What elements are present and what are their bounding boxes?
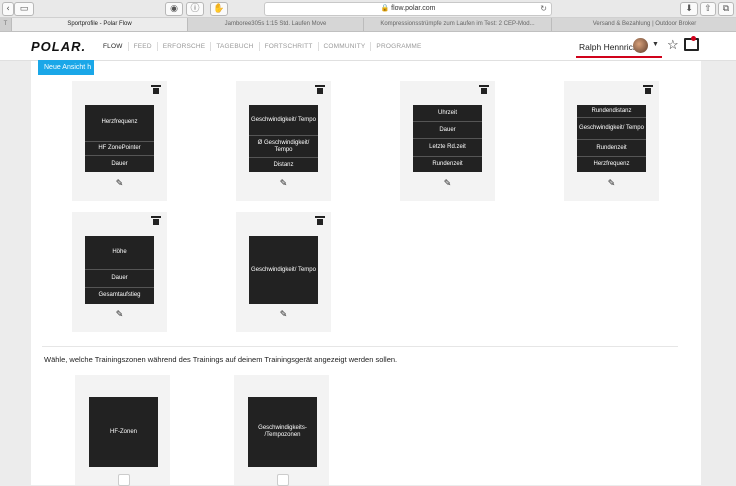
tab-sportprofile[interactable]: Sportprofile - Polar Flow bbox=[11, 18, 187, 31]
screen-row: Uhrzeit bbox=[413, 105, 482, 123]
zone-screen[interactable]: HF-Zonen bbox=[89, 397, 158, 467]
user-menu[interactable]: Ralph Hennrich ▼ bbox=[576, 36, 662, 58]
new-view-button[interactable]: Neue Ansicht h bbox=[38, 60, 94, 75]
reload-icon[interactable]: ↻ bbox=[540, 3, 547, 15]
view-card-3: Uhrzeit Dauer Letzte Rd.zeit Rundenzeit … bbox=[400, 81, 495, 201]
pencil-icon[interactable]: ✎ bbox=[279, 311, 288, 320]
chevron-down-icon: ▼ bbox=[652, 41, 659, 48]
screen-row: Dauer bbox=[413, 122, 482, 140]
back-icon[interactable]: ‹ bbox=[2, 2, 14, 16]
nav-community[interactable]: COMMUNITY bbox=[317, 41, 371, 51]
screen-row: Letzte Rd.zeit bbox=[413, 139, 482, 157]
zone-screen[interactable]: Geschwindigkeits- /Tempozonen bbox=[248, 397, 317, 467]
sidebar-icon[interactable]: ▭ bbox=[14, 2, 34, 16]
device-screen[interactable]: Uhrzeit Dauer Letzte Rd.zeit Rundenzeit bbox=[413, 105, 482, 172]
screen-row: HF ZonePointer bbox=[85, 142, 154, 157]
device-screen[interactable]: Herzfrequenz HF ZonePointer Dauer bbox=[85, 105, 154, 172]
view-card-4: Rundendistanz Geschwindigkeit/ Tempo Run… bbox=[564, 81, 659, 201]
tab-versand[interactable]: Versand & Bezahlung | Outdoor Broker bbox=[551, 18, 736, 31]
screen-row: Gesamtaufstieg bbox=[98, 292, 141, 299]
trash-icon[interactable] bbox=[643, 85, 653, 94]
avatar bbox=[633, 38, 648, 53]
nav-feed[interactable]: FEED bbox=[127, 41, 157, 51]
nav-fortschritt[interactable]: FORTSCHRITT bbox=[258, 41, 318, 51]
nav-erforsche[interactable]: ERFORSCHE bbox=[156, 41, 211, 51]
screen-row: Ø Geschwindigkeit/ Tempo bbox=[249, 136, 318, 159]
screen-row: Rundenzeit bbox=[432, 160, 463, 167]
nav-programme[interactable]: PROGRAMME bbox=[370, 41, 426, 51]
view-card-2: Geschwindigkeit/ Tempo Ø Geschwindigkeit… bbox=[236, 81, 331, 201]
screen-row: Geschwindigkeit/ Tempo bbox=[577, 118, 646, 141]
download-icon[interactable]: ⬇ bbox=[680, 2, 698, 16]
trash-icon[interactable] bbox=[151, 85, 161, 94]
nav-flow[interactable]: FLOW bbox=[98, 42, 128, 51]
screen-row: Rundendistanz bbox=[577, 105, 646, 119]
view-card-1: Herzfrequenz HF ZonePointer Dauer ✎ bbox=[72, 81, 167, 201]
pencil-icon[interactable]: ✎ bbox=[607, 180, 616, 189]
screen-row: Distanz bbox=[273, 161, 294, 168]
pencil-icon[interactable]: ✎ bbox=[443, 180, 452, 189]
device-screen[interactable]: Höhe Dauer Gesamtaufstieg bbox=[85, 236, 154, 304]
device-screen[interactable]: Geschwindigkeit/ Tempo bbox=[249, 236, 318, 304]
pencil-icon[interactable]: ✎ bbox=[115, 311, 124, 320]
polar-logo[interactable]: POLAR. bbox=[31, 39, 86, 54]
share-icon[interactable]: ⇧ bbox=[700, 2, 716, 16]
extension-icon[interactable]: ◉ bbox=[165, 2, 183, 16]
view-card-5: Höhe Dauer Gesamtaufstieg ✎ bbox=[72, 212, 167, 332]
nav-tagebuch[interactable]: TAGEBUCH bbox=[210, 41, 258, 51]
tabs-overview-icon[interactable]: ⧉ bbox=[718, 2, 734, 16]
pinned-tab[interactable]: T bbox=[0, 18, 11, 31]
star-icon[interactable]: ☆ bbox=[667, 37, 679, 53]
site-header: POLAR. FLOW FEED ERFORSCHE TAGEBUCH FORT… bbox=[0, 32, 736, 61]
screen-row: Höhe bbox=[85, 236, 154, 270]
screen-row: Dauer bbox=[85, 270, 154, 288]
zones-description: Wähle, welche Trainingszonen während des… bbox=[44, 355, 398, 364]
pencil-icon[interactable]: ✎ bbox=[279, 180, 288, 189]
zone-checkbox-hr[interactable] bbox=[118, 474, 130, 486]
zone-card-speed: Geschwindigkeits- /Tempozonen bbox=[234, 375, 329, 486]
screen-row: Rundenzeit bbox=[577, 140, 646, 157]
trash-icon[interactable] bbox=[479, 85, 489, 94]
trash-icon[interactable] bbox=[315, 216, 325, 225]
address-bar[interactable]: 🔒 flow.polar.com ↻ bbox=[264, 2, 552, 16]
user-name: Ralph Hennrich bbox=[579, 42, 638, 52]
screen-row: Herzfrequenz bbox=[85, 105, 154, 142]
view-card-6: Geschwindigkeit/ Tempo ✎ bbox=[236, 212, 331, 332]
browser-toolbar: ‹ ▭ ◉ ⓘ ✋ 🔒 flow.polar.com ↻ ⬇ ⇧ ⧉ bbox=[0, 0, 736, 18]
trash-icon[interactable] bbox=[151, 216, 161, 225]
section-divider bbox=[42, 346, 678, 347]
tab-bar: T Sportprofile - Polar Flow Jamboree305s… bbox=[0, 18, 736, 32]
zone-card-hr: HF-Zonen bbox=[75, 375, 170, 486]
device-screen[interactable]: Rundendistanz Geschwindigkeit/ Tempo Run… bbox=[577, 105, 646, 172]
zone-checkbox-speed[interactable] bbox=[277, 474, 289, 486]
screen-row: Dauer bbox=[111, 160, 128, 167]
screen-row: Geschwindigkeit/ Tempo bbox=[249, 105, 318, 137]
tab-kompression[interactable]: Kompressionsstrümpfe zum Laufen im Test:… bbox=[363, 18, 551, 31]
info-icon[interactable]: ⓘ bbox=[186, 2, 204, 16]
notification-badge bbox=[691, 36, 696, 41]
lock-icon: 🔒 bbox=[380, 5, 390, 12]
ghostery-icon[interactable]: ✋ bbox=[210, 2, 228, 16]
tab-jamboree[interactable]: Jamboree305s 1:15 Std. Laufen Move bbox=[187, 18, 363, 31]
device-screen[interactable]: Geschwindigkeit/ Tempo Ø Geschwindigkeit… bbox=[249, 105, 318, 172]
main-nav: FLOW FEED ERFORSCHE TAGEBUCH FORTSCHRITT… bbox=[98, 32, 427, 60]
screen-row: Herzfrequenz bbox=[593, 160, 630, 167]
pencil-icon[interactable]: ✎ bbox=[115, 180, 124, 189]
trash-icon[interactable] bbox=[315, 85, 325, 94]
screen-row: Geschwindigkeit/ Tempo bbox=[251, 266, 316, 273]
url-text: flow.polar.com bbox=[391, 5, 436, 12]
